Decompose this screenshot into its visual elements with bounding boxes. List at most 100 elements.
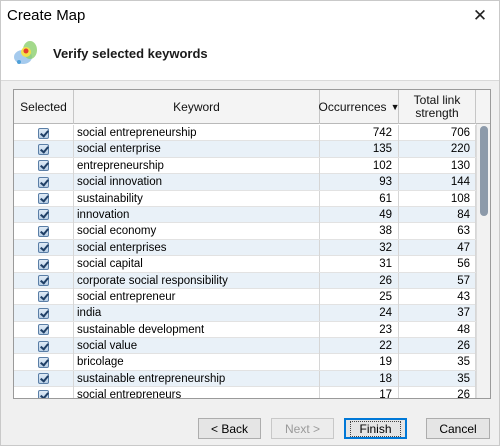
occurrences-cell: 31 bbox=[320, 256, 399, 273]
table-row[interactable]: entrepreneurship 102 130 bbox=[14, 157, 476, 175]
row-select-cell[interactable] bbox=[14, 190, 74, 207]
table-row[interactable]: sustainability 61 108 bbox=[14, 190, 476, 207]
table-row[interactable]: india 24 37 bbox=[14, 305, 476, 322]
finish-button-label: Finish bbox=[350, 420, 401, 437]
back-button[interactable]: < Back bbox=[198, 418, 261, 439]
map-icon bbox=[14, 41, 37, 64]
checkbox-checked-icon[interactable] bbox=[38, 356, 49, 368]
checkbox-checked-icon[interactable] bbox=[38, 193, 49, 205]
table-row[interactable]: social enterprises 32 47 bbox=[14, 239, 476, 257]
table-row[interactable]: bricolage 19 35 bbox=[14, 354, 476, 371]
row-select-cell[interactable] bbox=[14, 321, 74, 338]
checkbox-checked-icon[interactable] bbox=[38, 340, 49, 352]
column-header-keyword-label: Keyword bbox=[173, 99, 220, 114]
vertical-scrollbar[interactable] bbox=[476, 124, 490, 398]
table-row[interactable]: sustainable entrepreneurship 18 35 bbox=[14, 370, 476, 388]
row-select-cell[interactable] bbox=[14, 338, 74, 355]
total-link-strength-cell: 48 bbox=[399, 321, 476, 338]
checkbox-checked-icon[interactable] bbox=[38, 389, 49, 398]
checkbox-checked-icon[interactable] bbox=[38, 160, 49, 172]
back-button-label: < Back bbox=[210, 421, 249, 436]
create-map-dialog: Create Map ✕ Verify selected keywords Se… bbox=[0, 0, 500, 446]
occurrences-cell: 22 bbox=[320, 338, 399, 355]
column-header-occurrences[interactable]: Occurrences ▼ bbox=[319, 90, 399, 124]
keywords-table: Selected Keyword Occurrences ▼ Total lin… bbox=[13, 89, 491, 399]
row-select-cell[interactable] bbox=[14, 272, 74, 289]
table-row[interactable]: social entrepreneurs 17 26 bbox=[14, 387, 476, 398]
table-row[interactable]: social value 22 26 bbox=[14, 338, 476, 355]
row-select-cell[interactable] bbox=[14, 354, 74, 371]
table-body: social entrepreneurship 742 706 social e… bbox=[14, 125, 476, 398]
column-header-total-link-strength-label: Total link strength bbox=[413, 93, 461, 120]
page-title: Verify selected keywords bbox=[53, 46, 208, 61]
table-row[interactable]: social entrepreneur 25 43 bbox=[14, 288, 476, 306]
row-select-cell[interactable] bbox=[14, 239, 74, 256]
table-row[interactable]: corporate social responsibility 26 57 bbox=[14, 272, 476, 289]
scrollbar-thumb[interactable] bbox=[480, 126, 488, 216]
total-link-strength-cell: 108 bbox=[399, 190, 476, 207]
total-link-strength-cell: 57 bbox=[399, 272, 476, 289]
row-select-cell[interactable] bbox=[14, 223, 74, 240]
table-row[interactable]: social entrepreneurship 742 706 bbox=[14, 125, 476, 142]
cancel-button[interactable]: Cancel bbox=[426, 418, 490, 439]
column-header-selected[interactable]: Selected bbox=[14, 90, 74, 124]
occurrences-cell: 32 bbox=[320, 239, 399, 256]
row-select-cell[interactable] bbox=[14, 174, 74, 191]
keyword-cell: innovation bbox=[74, 206, 320, 223]
checkbox-checked-icon[interactable] bbox=[38, 275, 49, 287]
row-select-cell[interactable] bbox=[14, 157, 74, 174]
table-row[interactable]: social innovation 93 144 bbox=[14, 174, 476, 191]
window-title: Create Map bbox=[7, 7, 86, 24]
total-link-strength-cell: 26 bbox=[399, 387, 476, 398]
row-select-cell[interactable] bbox=[14, 125, 74, 141]
occurrences-cell: 38 bbox=[320, 223, 399, 240]
table-row[interactable]: innovation 49 84 bbox=[14, 206, 476, 224]
keyword-cell: social enterprises bbox=[74, 239, 320, 256]
checkbox-checked-icon[interactable] bbox=[38, 176, 49, 188]
checkbox-checked-icon[interactable] bbox=[38, 373, 49, 385]
total-link-strength-cell: 37 bbox=[399, 305, 476, 322]
keyword-cell: bricolage bbox=[74, 354, 320, 371]
close-icon[interactable]: ✕ bbox=[467, 4, 493, 28]
row-select-cell[interactable] bbox=[14, 141, 74, 158]
row-select-cell[interactable] bbox=[14, 370, 74, 387]
row-select-cell[interactable] bbox=[14, 288, 74, 305]
row-select-cell[interactable] bbox=[14, 387, 74, 398]
keyword-cell: sustainability bbox=[74, 190, 320, 207]
column-header-total-link-strength[interactable]: Total link strength bbox=[399, 90, 476, 124]
total-link-strength-cell: 35 bbox=[399, 370, 476, 387]
row-select-cell[interactable] bbox=[14, 256, 74, 273]
keyword-cell: social economy bbox=[74, 223, 320, 240]
keyword-cell: corporate social responsibility bbox=[74, 272, 320, 289]
checkbox-checked-icon[interactable] bbox=[38, 324, 49, 336]
table-row[interactable]: social economy 38 63 bbox=[14, 223, 476, 240]
checkbox-checked-icon[interactable] bbox=[38, 225, 49, 237]
row-select-cell[interactable] bbox=[14, 206, 74, 223]
checkbox-checked-icon[interactable] bbox=[38, 307, 49, 319]
row-select-cell[interactable] bbox=[14, 305, 74, 322]
checkbox-checked-icon[interactable] bbox=[38, 209, 49, 221]
column-header-keyword[interactable]: Keyword bbox=[74, 90, 320, 124]
checkbox-checked-icon[interactable] bbox=[38, 291, 49, 303]
total-link-strength-cell: 220 bbox=[399, 141, 476, 158]
keyword-cell: sustainable entrepreneurship bbox=[74, 370, 320, 387]
finish-button[interactable]: Finish bbox=[344, 418, 407, 439]
keyword-cell: india bbox=[74, 305, 320, 322]
keyword-cell: social entrepreneurship bbox=[74, 125, 320, 141]
next-button-label: Next > bbox=[284, 421, 320, 436]
checkbox-checked-icon[interactable] bbox=[38, 242, 49, 254]
keyword-cell: social entrepreneur bbox=[74, 288, 320, 305]
cancel-button-label: Cancel bbox=[439, 421, 477, 436]
next-button[interactable]: Next > bbox=[271, 418, 334, 439]
keyword-cell: social value bbox=[74, 338, 320, 355]
table-row[interactable]: social enterprise 135 220 bbox=[14, 141, 476, 158]
keyword-cell: social entrepreneurs bbox=[74, 387, 320, 398]
table-row[interactable]: sustainable development 23 48 bbox=[14, 321, 476, 339]
checkbox-checked-icon[interactable] bbox=[38, 143, 49, 155]
checkbox-checked-icon[interactable] bbox=[38, 127, 49, 139]
occurrences-cell: 19 bbox=[320, 354, 399, 371]
checkbox-checked-icon[interactable] bbox=[38, 258, 49, 270]
total-link-strength-cell: 43 bbox=[399, 288, 476, 305]
table-row[interactable]: social capital 31 56 bbox=[14, 256, 476, 273]
occurrences-cell: 24 bbox=[320, 305, 399, 322]
